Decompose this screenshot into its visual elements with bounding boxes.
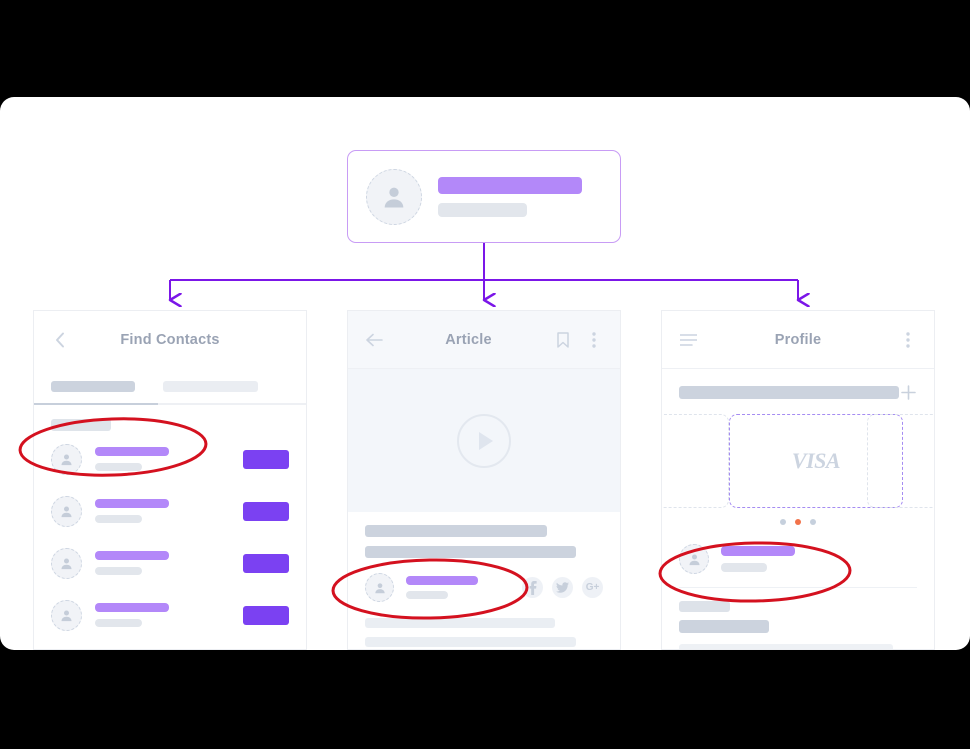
pagination-dot[interactable] xyxy=(810,519,816,525)
person-icon xyxy=(51,547,82,579)
panel-article: Article G+ xyxy=(347,310,621,650)
article-title: Article xyxy=(445,331,492,348)
person-icon xyxy=(51,443,82,475)
profile-contact-detail-bar xyxy=(721,563,767,572)
contact-text xyxy=(95,603,243,627)
visa-logo: VISA xyxy=(791,448,841,473)
profile-contact-row[interactable] xyxy=(662,539,934,579)
contact-action-button[interactable] xyxy=(243,449,289,469)
person-icon xyxy=(679,544,709,574)
profile-contact-text xyxy=(721,546,795,572)
contact-name-bar xyxy=(95,551,169,560)
contacts-section-label xyxy=(51,419,111,431)
profile-footer-value xyxy=(679,620,769,633)
table-row[interactable] xyxy=(34,487,306,535)
contact-detail-bar xyxy=(95,619,142,627)
plus-icon[interactable] xyxy=(899,383,917,401)
find-contacts-header: Find Contacts xyxy=(34,311,306,369)
table-row[interactable] xyxy=(34,643,306,649)
author-detail-bar xyxy=(406,591,448,599)
profile-footer-label xyxy=(679,601,730,612)
card-placeholder-next[interactable] xyxy=(867,414,934,508)
tabs-underline xyxy=(34,403,306,405)
article-header-actions xyxy=(554,331,603,349)
facebook-icon[interactable] xyxy=(522,577,543,598)
table-row[interactable] xyxy=(34,435,306,483)
article-author-row[interactable]: G+ xyxy=(365,573,603,602)
article-media-placeholder[interactable] xyxy=(348,369,620,512)
article-body: G+ xyxy=(348,512,620,649)
find-contacts-title: Find Contacts xyxy=(120,332,220,348)
more-vertical-icon[interactable] xyxy=(585,331,603,349)
arrow-left-icon[interactable] xyxy=(365,331,383,349)
person-icon xyxy=(51,495,82,527)
tab-contacts-active[interactable] xyxy=(51,381,135,392)
article-subheadline-bar xyxy=(365,546,576,558)
profile-name-bar xyxy=(679,385,899,399)
google-plus-icon[interactable]: G+ xyxy=(582,577,603,598)
screenshot-stage: Find Contacts Article G+ Profile VISA xyxy=(0,0,970,749)
pagination-dot-active[interactable] xyxy=(795,519,801,525)
tab-contacts-inactive[interactable] xyxy=(163,381,258,392)
profile-footer xyxy=(662,588,934,649)
article-text-line xyxy=(365,618,555,628)
contact-detail-bar xyxy=(95,463,142,471)
profile-footer-line xyxy=(679,644,893,649)
account-card-text xyxy=(438,176,582,217)
twitter-icon[interactable] xyxy=(552,577,573,598)
account-detail-bar xyxy=(438,202,527,217)
hamburger-menu-icon[interactable] xyxy=(679,331,697,349)
play-icon[interactable] xyxy=(457,413,511,468)
author-name-bar xyxy=(406,576,478,585)
chevron-left-icon[interactable] xyxy=(51,331,69,349)
article-text-line xyxy=(365,637,576,647)
article-header: Article xyxy=(348,311,620,369)
author-text xyxy=(406,576,522,599)
contact-name-bar xyxy=(95,447,169,456)
more-vertical-icon[interactable] xyxy=(899,331,917,349)
contact-detail-bar xyxy=(95,567,142,575)
pagination-dot[interactable] xyxy=(780,519,786,525)
profile-title: Profile xyxy=(774,331,822,348)
contact-name-bar xyxy=(95,499,169,508)
contact-text xyxy=(95,551,243,575)
person-icon xyxy=(366,168,422,225)
profile-name-row xyxy=(662,369,934,401)
contact-action-button[interactable] xyxy=(243,553,289,573)
social-share-buttons: G+ xyxy=(522,577,603,598)
carousel-pagination xyxy=(662,519,934,525)
payment-cards-carousel[interactable]: VISA xyxy=(662,414,934,508)
person-icon xyxy=(365,573,394,602)
contact-name-bar xyxy=(95,603,169,612)
panel-find-contacts: Find Contacts xyxy=(33,310,307,650)
account-name-bar xyxy=(438,176,582,194)
table-row[interactable] xyxy=(34,591,306,639)
user-account-card[interactable] xyxy=(347,150,621,243)
table-row[interactable] xyxy=(34,539,306,587)
contact-text xyxy=(95,447,243,471)
contact-action-button[interactable] xyxy=(243,605,289,625)
person-icon xyxy=(51,599,82,631)
contact-action-button[interactable] xyxy=(243,501,289,521)
contact-text xyxy=(95,499,243,523)
contacts-tabs xyxy=(34,369,306,392)
contact-detail-bar xyxy=(95,515,142,523)
play-triangle xyxy=(479,431,493,450)
profile-contact-name-bar xyxy=(721,546,795,556)
article-headline-bar xyxy=(365,525,547,537)
panel-profile: Profile VISA xyxy=(661,310,935,650)
profile-header: Profile xyxy=(662,311,934,369)
card-placeholder-prev[interactable] xyxy=(662,414,729,508)
bookmark-icon[interactable] xyxy=(554,331,572,349)
